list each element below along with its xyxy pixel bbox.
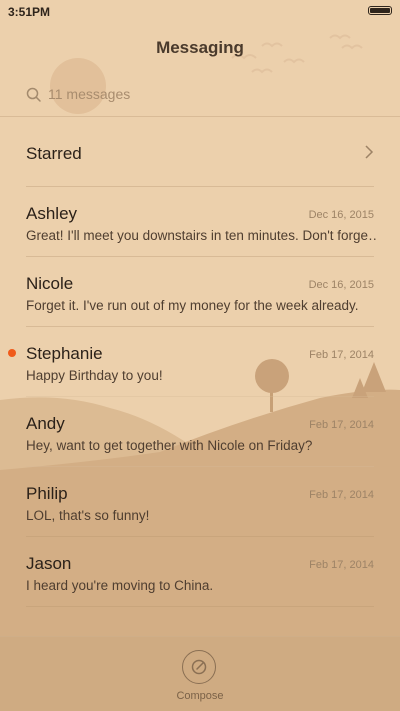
- conversation-row-jason[interactable]: Jason Feb 17, 2014 I heard you're moving…: [0, 537, 400, 607]
- message-preview: Happy Birthday to you!: [26, 368, 163, 383]
- message-date: Feb 17, 2014: [309, 419, 374, 431]
- conversation-row-ashley[interactable]: Ashley Dec 16, 2015 Great! I'll meet you…: [0, 187, 400, 257]
- battery-icon: [368, 6, 392, 15]
- contact-name: Andy: [26, 414, 65, 433]
- contact-name: Philip: [26, 484, 68, 503]
- message-date: Feb 17, 2014: [309, 489, 374, 501]
- page-title: Messaging: [156, 38, 244, 57]
- compose-icon: [191, 659, 207, 675]
- compose-button[interactable]: [182, 650, 216, 684]
- message-preview: Hey, want to get together with Nicole on…: [26, 438, 313, 453]
- bottom-bar-divider: [0, 636, 400, 637]
- message-date: Dec 16, 2015: [308, 209, 374, 221]
- conversation-row-andy[interactable]: Andy Feb 17, 2014 Hey, want to get toget…: [0, 397, 400, 467]
- conversation-row-philip[interactable]: Philip Feb 17, 2014 LOL, that's so funny…: [0, 467, 400, 537]
- message-date: Feb 17, 2014: [309, 349, 374, 361]
- message-preview: I heard you're moving to China.: [26, 578, 214, 593]
- starred-label: Starred: [26, 144, 82, 163]
- message-date: Dec 16, 2015: [308, 279, 374, 291]
- unread-indicator: [8, 349, 16, 357]
- message-preview: Forget it. I've run out of my money for …: [26, 298, 359, 313]
- message-preview: Great! I'll meet you downstairs in ten m…: [26, 228, 376, 243]
- status-time: 3:51PM: [8, 5, 51, 19]
- search-placeholder: 11 messages: [48, 86, 131, 102]
- conversation-row-stephanie[interactable]: Stephanie Feb 17, 2014 Happy Birthday to…: [0, 327, 400, 397]
- search-bar[interactable]: 11 messages: [26, 84, 376, 106]
- starred-row[interactable]: Starred: [0, 117, 400, 187]
- compose-label[interactable]: Compose: [0, 690, 400, 702]
- contact-name: Stephanie: [26, 344, 103, 363]
- message-preview: LOL, that's so funny!: [26, 508, 150, 523]
- contact-name: Jason: [26, 554, 72, 573]
- search-icon: [26, 87, 41, 102]
- conversation-row-nicole[interactable]: Nicole Dec 16, 2015 Forget it. I've run …: [0, 257, 400, 327]
- status-bar: 3:51PM: [0, 0, 400, 24]
- message-date: Feb 17, 2014: [309, 559, 374, 571]
- chevron-right-icon: [365, 145, 374, 159]
- contact-name: Ashley: [26, 204, 78, 223]
- contact-name: Nicole: [26, 274, 74, 293]
- row-divider: [26, 606, 374, 607]
